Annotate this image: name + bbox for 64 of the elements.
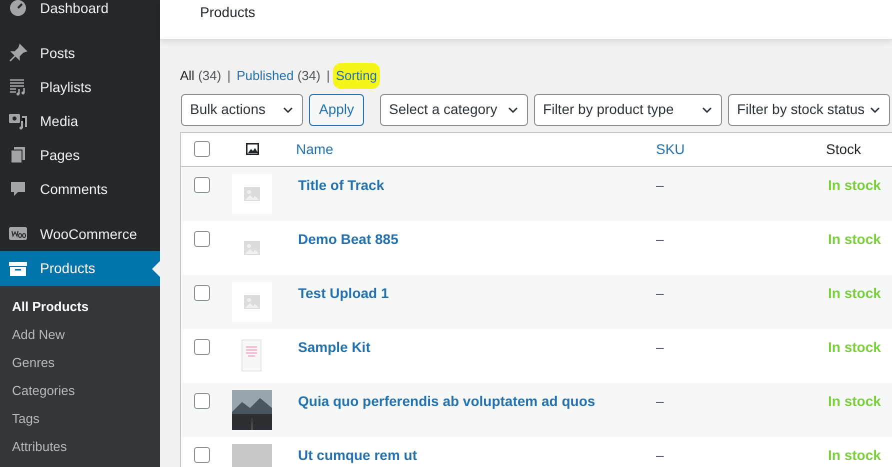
submenu-item[interactable]: Tags: [0, 405, 160, 433]
table-cell: –: [656, 446, 664, 462]
view-link[interactable]: All (34): [180, 66, 222, 86]
product-type-select[interactable]: Filter by product type: [534, 94, 722, 126]
bulk-actions-select[interactable]: Bulk actions: [181, 94, 303, 126]
row-checkbox[interactable]: [194, 446, 210, 462]
submenu-item[interactable]: Attributes: [0, 433, 160, 461]
sidebar-item[interactable]: Media: [0, 104, 160, 138]
table-cell: –: [656, 392, 664, 408]
image-placeholder-icon: [244, 294, 260, 308]
apply-button[interactable]: Apply: [309, 94, 364, 126]
stock-status: In stock: [828, 446, 881, 462]
stock-status: In stock: [828, 176, 881, 192]
view-link[interactable]: Sorting: [332, 63, 380, 88]
row-checkbox[interactable]: [194, 392, 210, 408]
product-name-link[interactable]: Title of Track: [298, 176, 384, 192]
page-title: Products: [200, 3, 256, 22]
sidebar-item[interactable]: Comments: [0, 172, 160, 206]
table-cell: –: [656, 338, 664, 354]
sidebar-item[interactable]: Dashboard: [0, 0, 160, 25]
submenu-item[interactable]: Add New: [0, 321, 160, 349]
current-pointer-icon: [152, 261, 160, 277]
sidebar-item[interactable]: Products: [0, 251, 160, 286]
media-icon: [8, 111, 28, 131]
product-name-link[interactable]: Quia quo perferendis ab voluptatem ad quos: [298, 392, 596, 408]
product-name-link[interactable]: Test Upload 1: [298, 284, 389, 300]
stock-status-select[interactable]: Filter by stock status: [728, 94, 890, 126]
row-checkbox[interactable]: [194, 284, 210, 300]
playlist-icon: [8, 77, 28, 97]
submenu-item[interactable]: All Products: [0, 293, 160, 321]
separator-text: |: [227, 67, 231, 85]
stock-status: In stock: [828, 230, 881, 246]
image-placeholder-icon: [244, 240, 260, 254]
pin-icon: [8, 43, 28, 63]
comment-icon: [8, 179, 28, 199]
submenu-item[interactable]: Genres: [0, 349, 160, 377]
select-all-checkbox[interactable]: [194, 141, 210, 157]
sidebar-item[interactable]: Pages: [0, 138, 160, 172]
column-header[interactable]: SKU: [656, 140, 685, 156]
row-checkbox[interactable]: [194, 338, 210, 354]
product-name-link[interactable]: Demo Beat 885: [298, 230, 398, 246]
image-icon: [246, 143, 258, 155]
row-checkbox[interactable]: [194, 230, 210, 246]
product-box-drawing: [241, 338, 263, 372]
row-checkbox[interactable]: [194, 176, 210, 192]
sidebar-item[interactable]: Playlists: [0, 70, 160, 104]
product-name-link[interactable]: Sample Kit: [298, 338, 370, 354]
landscape-photo-drawing: [232, 390, 272, 430]
column-header[interactable]: Name: [296, 140, 334, 156]
category-select[interactable]: Select a category: [380, 94, 528, 126]
product-name-link[interactable]: Ut cumque rem ut: [298, 446, 418, 462]
sidebar-item[interactable]: WooCommerce: [0, 217, 160, 251]
stock-status: In stock: [828, 338, 881, 354]
separator-text: |: [326, 67, 330, 85]
view-link[interactable]: Published (34): [236, 66, 320, 86]
table-cell: –: [656, 230, 664, 246]
table-cell: –: [656, 176, 664, 192]
image-placeholder-icon: [244, 186, 260, 200]
submenu-item[interactable]: Categories: [0, 377, 160, 405]
table-cell: –: [656, 284, 664, 300]
sidebar-item[interactable]: Posts: [0, 36, 160, 70]
column-header: Stock: [826, 140, 862, 156]
stock-status: In stock: [828, 284, 881, 300]
stock-status: In stock: [828, 392, 881, 408]
